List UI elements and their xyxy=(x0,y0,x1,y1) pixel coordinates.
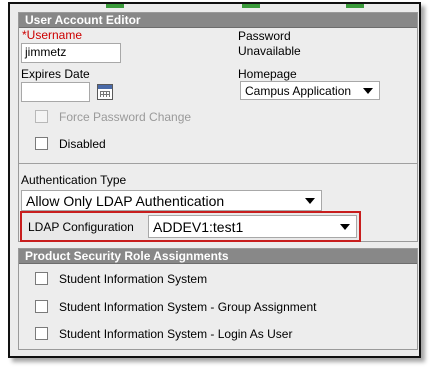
expires-date-input[interactable] xyxy=(21,82,90,102)
user-account-editor-panel: User Account Editor *Username jimmetz Pa… xyxy=(18,12,418,242)
homepage-select[interactable]: Campus Application xyxy=(240,81,380,100)
username-input[interactable]: jimmetz xyxy=(21,43,121,63)
ldap-configuration-select-value: ADDEV1:test1 xyxy=(153,218,244,235)
username-label-text: Username xyxy=(26,28,83,42)
disabled-checkbox[interactable] xyxy=(35,137,48,150)
force-password-change-checkbox xyxy=(35,110,48,123)
tab-indicator xyxy=(346,4,364,8)
ldap-configuration-label: LDAP Configuration xyxy=(28,220,134,234)
top-strip xyxy=(10,4,419,10)
section-divider xyxy=(19,163,417,164)
window-frame: User Account Editor *Username jimmetz Pa… xyxy=(8,2,421,358)
role-checkbox-group-assignment[interactable] xyxy=(35,300,48,313)
calendar-icon[interactable] xyxy=(97,84,113,100)
chevron-down-icon xyxy=(340,223,350,230)
tab-indicator xyxy=(106,4,124,8)
chevron-down-icon xyxy=(363,87,373,94)
role-label: Student Information System - Login As Us… xyxy=(59,327,293,341)
authentication-type-select[interactable]: Allow Only LDAP Authentication xyxy=(21,190,322,211)
user-account-editor-header: User Account Editor xyxy=(19,13,417,28)
expires-date-label: Expires Date xyxy=(21,67,90,81)
password-status: Unavailable xyxy=(238,44,301,58)
authentication-type-select-value: Allow Only LDAP Authentication xyxy=(26,192,225,209)
product-security-role-assignments-panel: Product Security Role Assignments Studen… xyxy=(18,248,418,350)
role-label: Student Information System xyxy=(59,272,208,286)
role-checkbox-login-as-user[interactable] xyxy=(35,327,48,340)
chevron-down-icon xyxy=(305,197,315,204)
password-label: Password xyxy=(238,29,291,43)
authentication-type-label: Authentication Type xyxy=(21,173,127,187)
homepage-label: Homepage xyxy=(238,67,297,81)
disabled-label: Disabled xyxy=(59,137,106,151)
homepage-select-value: Campus Application xyxy=(245,83,352,98)
force-password-change-label: Force Password Change xyxy=(59,110,192,124)
ldap-configuration-highlight: LDAP Configuration ADDEV1:test1 xyxy=(20,211,361,242)
role-checkbox-student-information-system[interactable] xyxy=(35,272,48,285)
role-label: Student Information System - Group Assig… xyxy=(59,300,317,314)
username-label: *Username xyxy=(22,28,82,42)
tab-indicator xyxy=(242,4,260,8)
product-security-role-assignments-header: Product Security Role Assignments xyxy=(19,249,417,264)
ldap-configuration-select[interactable]: ADDEV1:test1 xyxy=(148,215,357,238)
